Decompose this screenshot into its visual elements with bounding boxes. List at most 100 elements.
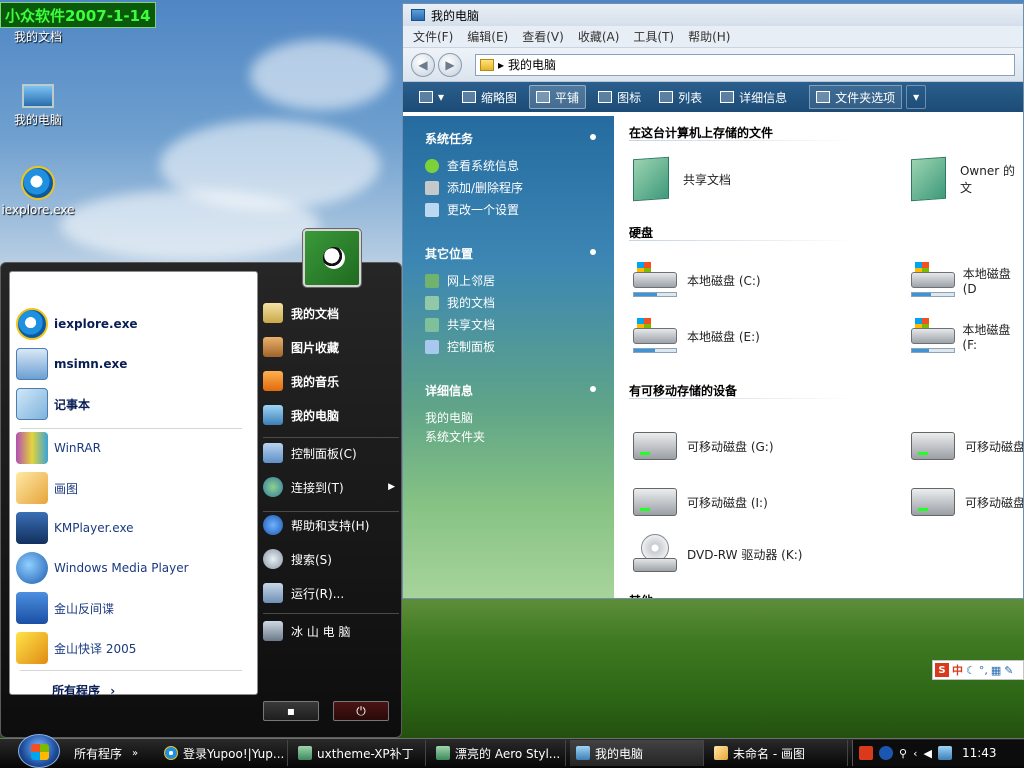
ime-toolbar[interactable]: S 中 ☾ °, ▦ ✎: [932, 660, 1024, 680]
menu-help[interactable]: 帮助(H): [688, 28, 730, 45]
mic-tray-icon[interactable]: ⚲: [899, 747, 907, 760]
punct-icon[interactable]: °,: [979, 664, 988, 677]
place-run[interactable]: 运行(R)...: [263, 583, 399, 603]
explorer-titlebar[interactable]: 我的电脑: [403, 4, 1023, 26]
pinned-iexplore[interactable]: iexplore.exe: [16, 308, 138, 340]
address-chevron-icon: ▸: [498, 57, 505, 72]
removable-h[interactable]: 可移动磁盘: [911, 432, 1023, 460]
details-button[interactable]: 详细信息: [714, 85, 793, 109]
moon-icon[interactable]: ☾: [966, 664, 976, 677]
clock[interactable]: 11:43: [962, 746, 997, 760]
list-icon: [659, 91, 674, 103]
menu-favorites[interactable]: 收藏(A): [578, 28, 620, 45]
address-input[interactable]: ▸ 我的电脑: [475, 53, 1015, 76]
recent-kmplayer[interactable]: KMPlayer.exe: [16, 512, 134, 544]
task-yupoo[interactable]: 登录Yupoo!|Yup...: [158, 740, 288, 766]
drive-f[interactable]: 本地磁盘 (F:: [911, 318, 1023, 354]
tiles-icon: [536, 91, 551, 103]
back-button[interactable]: ◀: [411, 52, 435, 77]
place-search[interactable]: 搜索(S): [263, 549, 399, 569]
ime-mode[interactable]: 中: [952, 662, 963, 678]
place-my-computer[interactable]: 我的电脑: [263, 405, 399, 425]
quick-launch-all-programs[interactable]: 所有程序 »: [66, 740, 154, 766]
menu-tools[interactable]: 工具(T): [633, 28, 674, 45]
task-aero-style[interactable]: 漂亮的 Aero Styl...: [430, 740, 566, 766]
tray-chevron-icon[interactable]: ‹: [913, 747, 917, 760]
place-label: 帮助和支持(H): [291, 518, 370, 533]
owner-documents-item[interactable]: Owner 的文: [911, 156, 1023, 202]
recent-kingsoft-antispy[interactable]: 金山反间谍: [16, 592, 114, 624]
dvd-drive-k[interactable]: DVD-RW 驱动器 (K:): [633, 534, 802, 574]
menu-file[interactable]: 文件(F): [413, 28, 453, 45]
removable-g[interactable]: 可移动磁盘 (G:): [633, 432, 774, 460]
shared-documents-item[interactable]: 共享文档: [633, 156, 731, 202]
menu-edit[interactable]: 编辑(E): [467, 28, 508, 45]
drive-d[interactable]: 本地磁盘 (D: [911, 262, 1023, 298]
task-change-setting[interactable]: 更改一个设置: [425, 201, 614, 218]
icons-button[interactable]: 图标: [592, 85, 647, 109]
place-control-panel[interactable]: 控制面板(C): [263, 443, 399, 463]
desktop-icon-iexplore[interactable]: iexplore.exe: [0, 166, 76, 217]
desktop-icon-my-documents[interactable]: 我的文档: [0, 28, 76, 45]
recent-wmp[interactable]: Windows Media Player: [16, 552, 189, 584]
list-button[interactable]: 列表: [653, 85, 708, 109]
details-header[interactable]: 详细信息: [425, 382, 614, 399]
all-programs-button[interactable]: 所有程序 ›: [52, 682, 115, 699]
drive-c[interactable]: 本地磁盘 (C:): [633, 262, 761, 298]
place-my-documents[interactable]: 我的文档: [425, 294, 614, 311]
content-pane: 在这台计算机上存储的文件 共享文档 Owner 的文 硬盘 本地磁盘 (C:) …: [615, 116, 1023, 598]
computer-icon: [263, 405, 283, 425]
place-connect-to[interactable]: 连接到(T) ▶: [263, 477, 399, 497]
task-paint[interactable]: 未命名 - 画图: [708, 740, 848, 766]
place-label: 冰 山 电 脑: [291, 624, 351, 639]
tiles-button[interactable]: 平铺: [529, 85, 587, 109]
pinned-msimn[interactable]: msimn.exe: [16, 348, 127, 380]
recent-kingsoft-translator[interactable]: 金山快译 2005: [16, 632, 136, 664]
view-menu-button[interactable]: ▾: [413, 85, 450, 109]
group-other: 其他: [629, 592, 653, 598]
removable-i[interactable]: 可移动磁盘 (I:): [633, 488, 768, 516]
task-my-computer[interactable]: 我的电脑: [570, 740, 704, 766]
tool-icon[interactable]: ✎: [1004, 664, 1013, 677]
task-label: 添加/删除程序: [447, 181, 524, 195]
recent-winrar[interactable]: WinRAR: [16, 432, 101, 464]
place-my-documents[interactable]: 我的文档: [263, 303, 399, 323]
settings-icon: [425, 202, 439, 217]
removable-j[interactable]: 可移动磁盘: [911, 488, 1023, 516]
place-shared-documents[interactable]: 共享文档: [425, 316, 614, 333]
program-label: 金山快译 2005: [54, 641, 137, 656]
forward-button[interactable]: ▶: [438, 52, 462, 77]
system-tasks-header[interactable]: 系统任务: [425, 130, 614, 147]
menu-view[interactable]: 查看(V): [522, 28, 564, 45]
explorer-window[interactable]: 我的电脑 文件(F) 编辑(E) 查看(V) 收藏(A) 工具(T) 帮助(H)…: [402, 3, 1024, 599]
user-picture[interactable]: [303, 229, 361, 287]
thumbnails-button[interactable]: 缩略图: [456, 85, 523, 109]
task-add-remove-programs[interactable]: 添加/删除程序: [425, 179, 614, 196]
volume-tray-icon[interactable]: ◀: [923, 747, 931, 760]
desktop-icon-my-computer[interactable]: 我的电脑: [0, 84, 76, 128]
task-uxtheme[interactable]: uxtheme-XP补丁: [292, 740, 426, 766]
pinned-notepad[interactable]: 记事本: [16, 388, 90, 420]
recent-paint[interactable]: 画图: [16, 472, 78, 504]
other-places-header[interactable]: 其它位置: [425, 245, 614, 262]
lock-button[interactable]: ▪: [263, 701, 319, 721]
start-button[interactable]: [18, 734, 60, 768]
shutdown-button[interactable]: ⏻: [333, 701, 389, 721]
keyboard-icon[interactable]: ▦: [991, 664, 1001, 677]
help-tray-icon[interactable]: [879, 746, 893, 760]
place-my-music[interactable]: 我的音乐: [263, 371, 399, 391]
task-view-system-info[interactable]: 查看系统信息: [425, 157, 614, 174]
power-icon: ⏻: [356, 703, 366, 718]
place-bingshan-pc[interactable]: 冰 山 电 脑: [263, 621, 399, 641]
sogou-icon[interactable]: S: [935, 663, 949, 677]
start-menu: iexplore.exe msimn.exe 记事本 WinRAR 画图 KMP…: [0, 229, 402, 738]
sogou-tray-icon[interactable]: [859, 746, 873, 760]
place-network[interactable]: 网上邻居: [425, 272, 614, 289]
folder-options-dropdown[interactable]: ▾: [906, 85, 927, 109]
folder-options-button[interactable]: 文件夹选项: [809, 85, 903, 109]
place-control-panel[interactable]: 控制面板: [425, 338, 614, 355]
network-tray-icon[interactable]: [937, 746, 952, 760]
place-help-support[interactable]: 帮助和支持(H): [263, 515, 399, 535]
drive-e[interactable]: 本地磁盘 (E:): [633, 318, 760, 354]
place-my-pictures[interactable]: 图片收藏: [263, 337, 399, 357]
